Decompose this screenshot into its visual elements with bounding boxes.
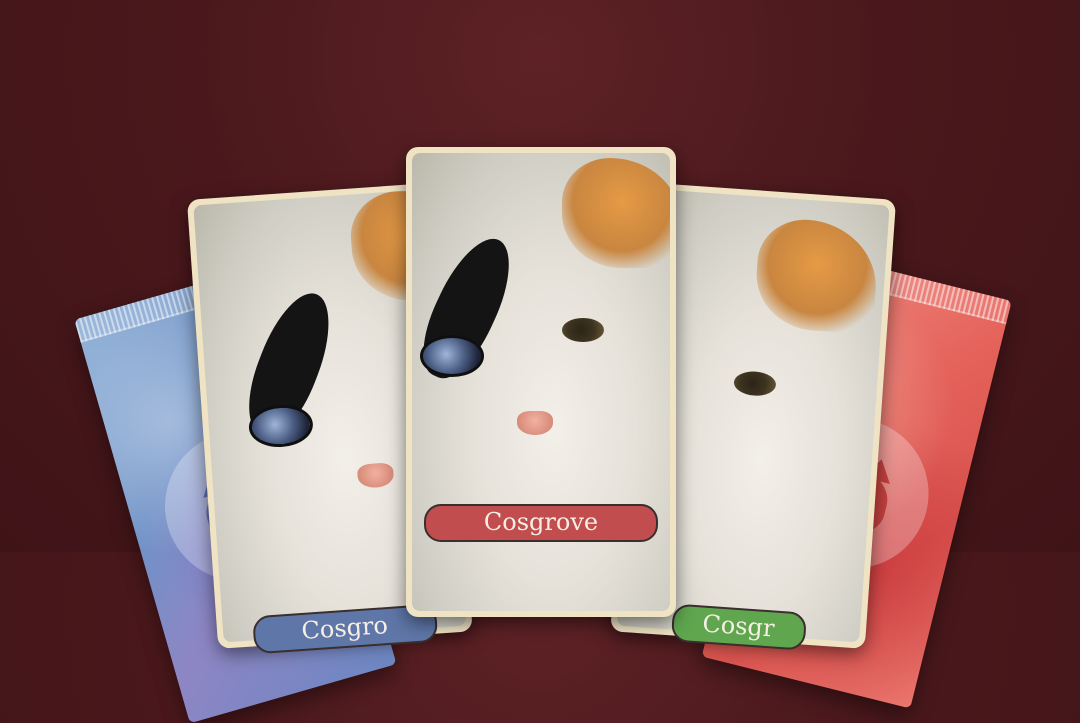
cat-nose [517,411,553,435]
card-reveal-stage: Cosgro Cosgr Cosgrove [0,0,1080,723]
cat-eye-right [733,370,777,398]
cat-nose [356,462,395,489]
cat-eye-left [420,335,484,377]
cat-portrait [412,153,670,611]
cat-card-center[interactable]: Cosgrove [406,147,676,617]
cat-eye-right [562,318,604,342]
cat-ear-orange [752,216,881,335]
card-name-banner: Cosgrove [424,504,658,542]
cat-ear-orange [562,158,670,268]
card-name-banner: Cosgr [670,603,807,651]
